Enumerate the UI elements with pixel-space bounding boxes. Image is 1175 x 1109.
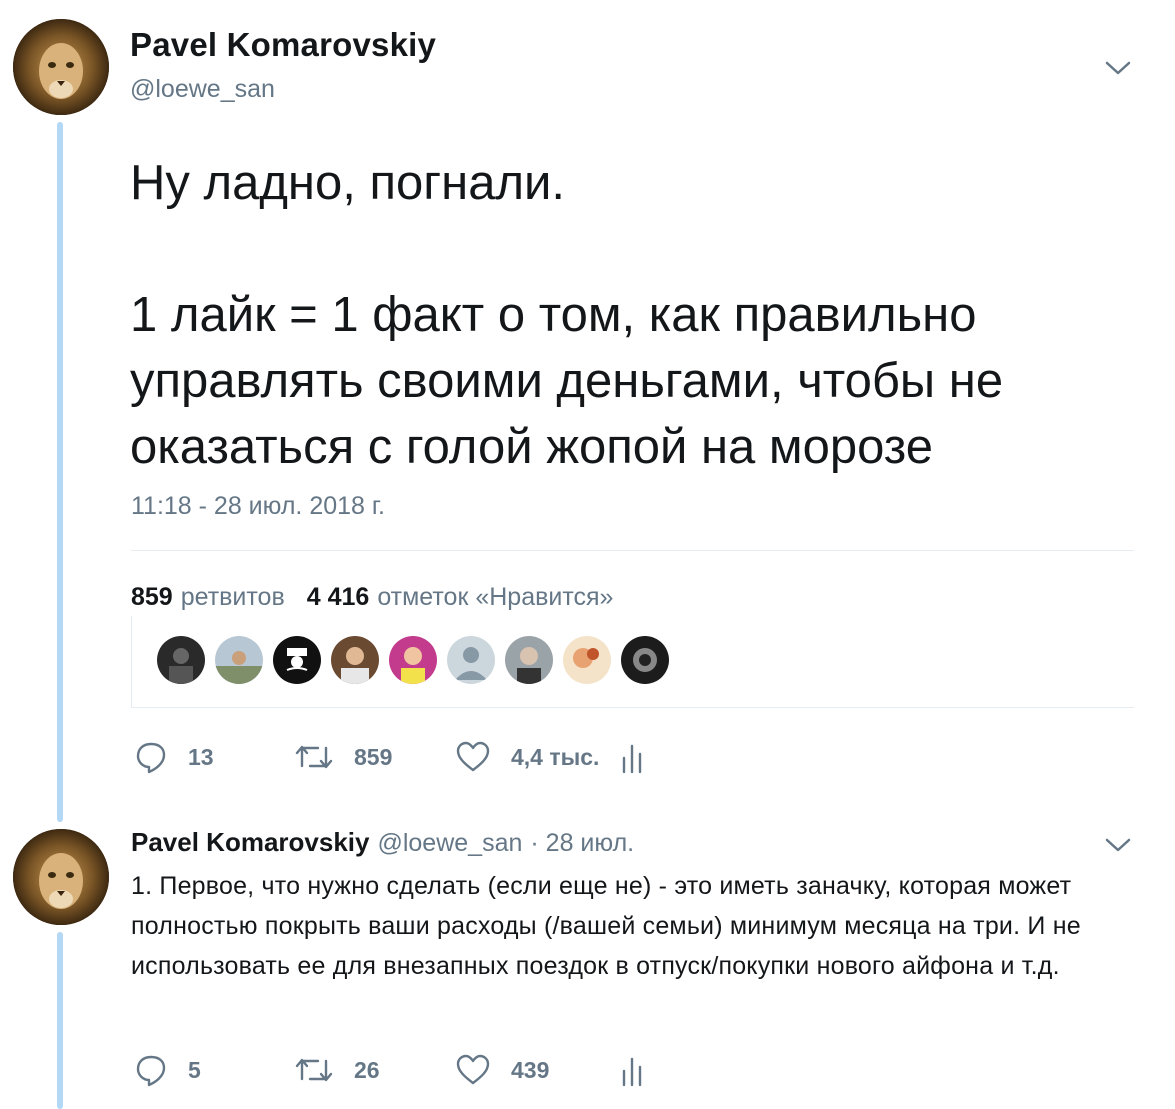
likes-stat[interactable]: 4 416 отметок «Нравится»: [307, 583, 614, 612]
retweet-button[interactable]: 859: [294, 740, 392, 774]
likes-label: отметок «Нравится»: [377, 583, 614, 611]
like-count: 439: [511, 1056, 550, 1083]
thread-line-bottom: [57, 932, 63, 1109]
reply-icon: [136, 742, 166, 774]
divider: [131, 550, 1134, 551]
liker-avatar[interactable]: [621, 636, 669, 684]
tweet-text: Ну ладно, погнали. 1 лайк = 1 факт о том…: [130, 156, 1004, 474]
analytics-icon: [622, 1057, 642, 1087]
retweets-stat[interactable]: 859 ретвитов: [131, 583, 285, 612]
reply-icon: [136, 1055, 166, 1087]
liker-avatar[interactable]: [505, 636, 553, 684]
retweet-count: 26: [354, 1056, 380, 1083]
lion-avatar-image: [13, 829, 109, 925]
liker-avatar[interactable]: [273, 636, 321, 684]
likers-list: [131, 616, 1134, 708]
tweet-timestamp[interactable]: 11:18 - 28 июл. 2018 г.: [131, 492, 385, 521]
liker-avatar[interactable]: [215, 636, 263, 684]
avatar[interactable]: [13, 19, 109, 115]
retweet-button[interactable]: 26: [294, 1053, 380, 1087]
reply-button[interactable]: 13: [134, 740, 214, 774]
retweets-count: 859: [131, 583, 173, 611]
reply-header: Pavel Komarovskiy @loewe_san · 28 июл.: [131, 827, 634, 858]
reply-author-handle[interactable]: @loewe_san: [377, 829, 522, 858]
reply-avatar[interactable]: [13, 829, 109, 925]
liker-avatar[interactable]: [389, 636, 437, 684]
lion-avatar-image: [13, 19, 109, 115]
retweet-count: 859: [354, 743, 393, 770]
reply-text: 1. Первое, что нужно сделать (если еще н…: [131, 872, 1081, 980]
analytics-icon: [622, 744, 642, 774]
like-button[interactable]: 4,4 тыс.: [455, 740, 599, 774]
like-count: 4,4 тыс.: [511, 743, 600, 770]
liker-avatar[interactable]: [447, 636, 495, 684]
reply-author-name[interactable]: Pavel Komarovskiy: [131, 827, 369, 858]
retweets-label: ретвитов: [180, 583, 285, 611]
reply-count: 13: [188, 743, 214, 770]
retweet-icon: [295, 1058, 333, 1082]
reply-count: 5: [188, 1056, 201, 1083]
like-button[interactable]: 439: [455, 1053, 549, 1087]
author-name[interactable]: Pavel Komarovskiy: [130, 26, 436, 64]
reply-button[interactable]: 5: [134, 1053, 201, 1087]
chevron-down-icon[interactable]: [1104, 58, 1132, 78]
thread-line-top: [57, 122, 63, 822]
heart-icon: [456, 1054, 490, 1085]
reply-date[interactable]: · 28 июл.: [530, 829, 634, 858]
liker-avatar[interactable]: [563, 636, 611, 684]
analytics-button[interactable]: [620, 1053, 644, 1087]
liker-avatar[interactable]: [157, 636, 205, 684]
author-handle[interactable]: @loewe_san: [130, 75, 275, 104]
liker-avatar[interactable]: [331, 636, 379, 684]
heart-icon: [456, 741, 490, 772]
analytics-button[interactable]: [620, 740, 644, 774]
chevron-down-icon[interactable]: [1104, 835, 1132, 855]
engagement-stats: 859 ретвитов 4 416 отметок «Нравится»: [131, 583, 635, 612]
retweet-icon: [295, 745, 333, 769]
likes-count: 4 416: [306, 583, 370, 611]
